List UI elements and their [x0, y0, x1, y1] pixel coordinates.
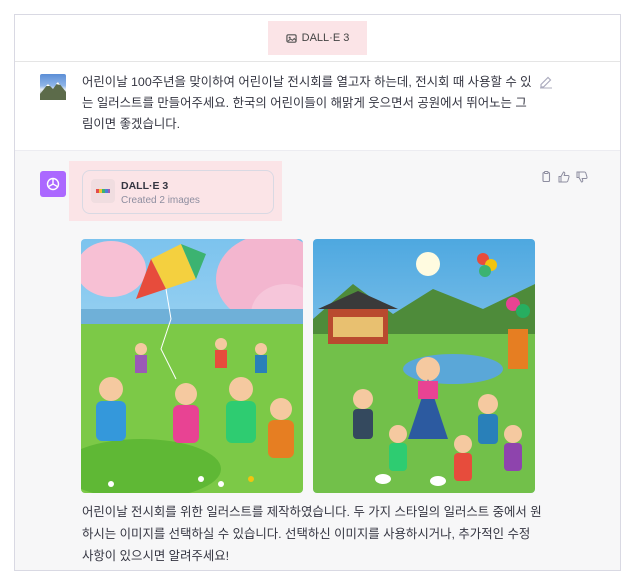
- top-bar: DALL·E 3: [15, 15, 620, 62]
- edit-icon[interactable]: [539, 75, 553, 89]
- model-selector[interactable]: DALL·E 3: [267, 21, 368, 55]
- generated-image-1[interactable]: [81, 239, 303, 493]
- thumbs-down-icon[interactable]: [576, 171, 588, 183]
- image-thumb-icon: [91, 179, 115, 203]
- assistant-message-row: DALL·E 3 Created 2 images 어린이날 전시회를 위한 일…: [15, 151, 620, 570]
- user-avatar: [40, 74, 66, 100]
- tool-title: DALL·E 3: [121, 180, 169, 192]
- openai-logo-icon: [40, 171, 66, 197]
- user-message-text: 어린이날 100주년을 맞이하여 어린이날 전시회를 열고자 하는데, 전시회 …: [82, 75, 532, 131]
- copy-icon[interactable]: [540, 171, 552, 183]
- generated-image-2[interactable]: [313, 239, 535, 493]
- user-message-row: 어린이날 100주년을 맞이하여 어린이날 전시회를 열고자 하는데, 전시회 …: [15, 62, 620, 151]
- image-icon: [285, 33, 297, 43]
- dalle-tool-card[interactable]: DALL·E 3 Created 2 images: [82, 170, 274, 214]
- chat-window: DALL·E 3 어린이날 100주년을 맞이하여 어린이날 전시회를 열고자 …: [14, 14, 621, 571]
- assistant-message-text: 어린이날 전시회를 위한 일러스트를 제작하였습니다. 두 가지 스타일의 일러…: [82, 505, 542, 563]
- tool-highlight: DALL·E 3 Created 2 images: [69, 161, 282, 221]
- model-label: DALL·E 3: [301, 32, 350, 44]
- thumbs-up-icon[interactable]: [558, 171, 570, 183]
- message-actions: [540, 171, 588, 183]
- tool-subtitle: Created 2 images: [121, 195, 200, 206]
